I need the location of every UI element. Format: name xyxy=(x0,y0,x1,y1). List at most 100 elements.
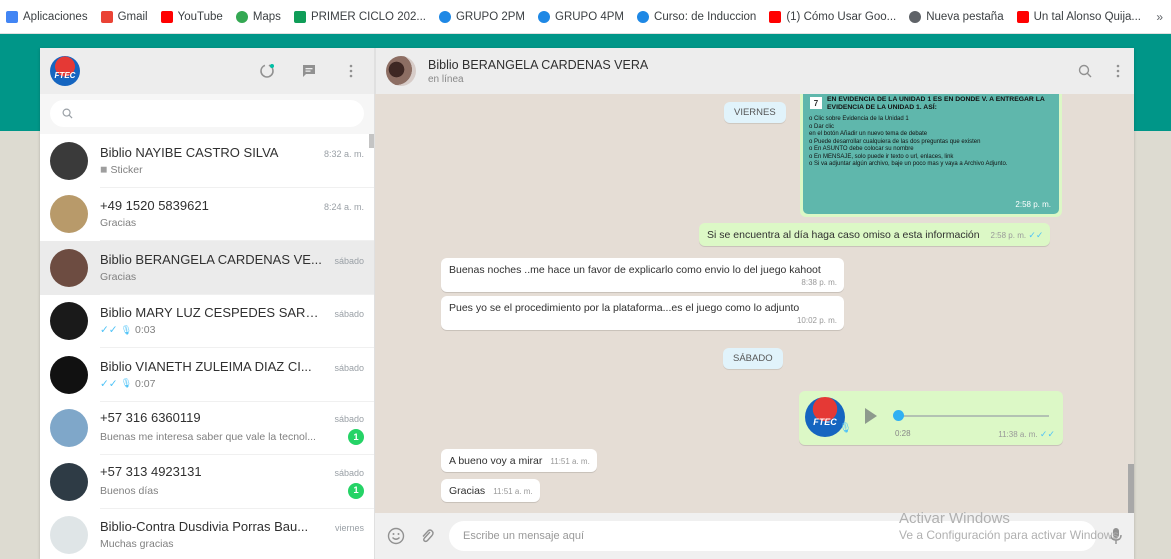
globe-icon xyxy=(909,10,922,23)
image-step-number: 7 xyxy=(810,97,822,109)
chat-time: sábado xyxy=(334,309,364,320)
sidebar-header: FTEC xyxy=(40,48,374,94)
message-area[interactable]: VIERNES 7 EN EVIDENCIA DE LA UNIDAD 1 ES… xyxy=(375,94,1134,513)
incoming-message[interactable]: Buenas noches ..me hace un favor de expl… xyxy=(441,258,844,292)
chat-preview: Gracias xyxy=(100,271,364,283)
incoming-message[interactable]: Gracias 11:51 a. m. xyxy=(441,479,540,502)
image-heading: EN EVIDENCIA DE LA UNIDAD 1 ES EN DONDE … xyxy=(827,96,1045,111)
bookmark-item[interactable]: Aplicaciones xyxy=(6,10,88,23)
chat-time: 8:32 a. m. xyxy=(323,148,364,159)
mic-icon: 🎙 xyxy=(120,378,133,389)
bookmark-item[interactable]: GRUPO 4PM xyxy=(538,10,625,23)
image-instruction-line: o Clic sobre Evidencia de la Unidad 1 xyxy=(809,116,909,122)
preview-text: Buenos días xyxy=(100,484,159,497)
avatar xyxy=(50,516,88,555)
bookmark-item[interactable]: GRUPO 2PM xyxy=(438,10,525,23)
chat-name: Biblio-Contra Dusdivia Porras Bau... xyxy=(100,519,309,535)
bookmark-label: Gmail xyxy=(117,10,148,23)
image-message[interactable]: 7 EN EVIDENCIA DE LA UNIDAD 1 ES EN DOND… xyxy=(800,94,1062,217)
chat-list-item[interactable]: Biblio VIANETH ZULEIMA DIAZ CI... sábado ✓… xyxy=(40,348,374,402)
chat-time: viernes xyxy=(334,523,364,534)
status-icon[interactable] xyxy=(258,62,276,80)
chat-preview: Buenos días xyxy=(100,485,342,497)
emoji-icon[interactable] xyxy=(387,527,405,545)
bookmarks-overflow-button[interactable]: » xyxy=(1156,10,1163,24)
chat-preview: Gracias xyxy=(100,217,364,229)
chat-time: sábado xyxy=(334,255,364,266)
bookmarks-bar: Aplicaciones Gmail YouTube Maps PRIMER CICLO… xyxy=(0,0,1171,34)
chat-list-item[interactable]: Biblio MARY LUZ CESPEDES SARM... sábado ✓✓… xyxy=(40,295,374,348)
attach-icon[interactable] xyxy=(419,527,435,545)
my-profile-avatar[interactable]: FTEC xyxy=(50,56,80,86)
chat-name: +57 313 4923131 xyxy=(100,463,202,479)
chat-list-item[interactable]: Biblio-Contra Dusdivia Porras Bau... vier… xyxy=(40,509,374,559)
chat-name: Biblio BERANGELA CARDENAS VE... xyxy=(100,251,322,267)
search-messages-icon[interactable] xyxy=(1078,64,1092,78)
message-text: Pues yo se el procedimiento por la plata… xyxy=(449,302,800,314)
chat-preview: ✓✓ 🎙 0:03 xyxy=(100,324,364,336)
conversation-menu-icon[interactable] xyxy=(1116,64,1120,78)
chat-time: sábado xyxy=(334,362,364,373)
bookmark-item[interactable]: YouTube xyxy=(160,10,223,23)
voice-message[interactable]: FTEC 🎙 0:28 11:38 a. m. ✓✓ xyxy=(799,391,1063,445)
search-icon xyxy=(62,108,73,119)
bookmark-item[interactable]: Curso: de Induccion xyxy=(637,10,757,23)
avatar xyxy=(50,409,88,448)
bookmark-label: Curso: de Induccion xyxy=(654,10,757,23)
bookmark-label: Nueva pestaña xyxy=(926,10,1004,23)
group-icon xyxy=(538,10,550,23)
chat-preview: Buenas me interesa saber que vale la tec… xyxy=(100,431,342,443)
sticker-icon: ◼ xyxy=(100,164,108,175)
mic-icon: 🎙 xyxy=(120,324,133,335)
gmail-icon xyxy=(100,10,113,23)
audio-seek-handle[interactable] xyxy=(893,410,904,421)
outgoing-message[interactable]: Si se encuentra al día haga caso omiso a… xyxy=(699,223,1051,246)
chat-name: +49 1520 5839621 xyxy=(100,198,209,214)
mic-icon: 🎙 xyxy=(839,423,852,434)
image-message-content[interactable]: 7 EN EVIDENCIA DE LA UNIDAD 1 ES EN DOND… xyxy=(803,94,1059,214)
bookmark-label: Aplicaciones xyxy=(23,10,88,23)
bookmark-item[interactable]: (1) Cómo Usar Goo... xyxy=(769,10,896,23)
chat-list-item[interactable]: +57 316 6360119 sábado Buenas me interesa … xyxy=(40,402,374,455)
conversation-header[interactable]: Biblio BERANGELA CARDENAS VERA en línea xyxy=(375,48,1134,94)
maps-pin-icon xyxy=(235,10,248,23)
message-time: 8:38 p. m. xyxy=(801,278,837,287)
chat-list-item[interactable]: +57 313 4923131 sábado Buenos días 1 xyxy=(40,455,374,509)
bookmark-item[interactable]: Gmail xyxy=(100,10,148,23)
bookmark-item[interactable]: PRIMER CICLO 202... xyxy=(293,10,426,23)
search-bar xyxy=(40,94,374,134)
search-input[interactable] xyxy=(50,100,364,127)
incoming-message[interactable]: Pues yo se el procedimiento por la plata… xyxy=(441,296,844,330)
avatar xyxy=(50,248,88,287)
avatar xyxy=(50,302,88,341)
image-instruction-list: o Clic sobre Evidencia de la Unidad 1o D… xyxy=(809,116,1053,169)
chat-preview: ◼ Sticker xyxy=(100,164,364,176)
preview-text: Gracias xyxy=(100,270,137,283)
bookmark-item[interactable]: Un tal Alonso Quija... xyxy=(1016,10,1141,23)
image-instruction-line: en el botón Añadir un nuevo tema de deba… xyxy=(809,131,928,137)
bookmark-label: GRUPO 4PM xyxy=(555,10,625,23)
bookmark-item[interactable]: Nueva pestaña xyxy=(909,10,1004,23)
chat-preview: Muchas gracias xyxy=(100,538,364,550)
play-button[interactable] xyxy=(865,408,877,424)
message-scrollbar[interactable] xyxy=(1128,464,1134,513)
chat-list-item[interactable]: Biblio BERANGELA CARDENAS VE... sábado Gra… xyxy=(40,241,374,295)
image-instruction-line: o En ASUNTO debe colocar su nombre xyxy=(809,146,914,152)
preview-text: Gracias xyxy=(100,217,137,230)
watermark-title: Activar Windows xyxy=(899,510,1010,527)
bookmark-item[interactable]: Maps xyxy=(235,10,281,23)
menu-dots-icon[interactable] xyxy=(342,62,360,80)
chat-name: +57 316 6360119 xyxy=(100,410,201,426)
chat-list-item[interactable]: +49 1520 5839621 8:24 a. m. Gracias xyxy=(40,188,374,241)
chat-list: Biblio NAYIBE CASTRO SILVA 8:32 a. m. ◼ Sti… xyxy=(40,134,374,559)
chat-list-item[interactable]: Biblio NAYIBE CASTRO SILVA 8:32 a. m. ◼ Sti… xyxy=(40,134,374,188)
new-chat-icon[interactable] xyxy=(300,62,318,80)
incoming-message[interactable]: A bueno voy a mirar 11:51 a. m. xyxy=(441,449,597,472)
avatar xyxy=(50,141,88,180)
audio-progress-track[interactable] xyxy=(897,415,1049,417)
chat-name: Biblio NAYIBE CASTRO SILVA xyxy=(100,144,279,160)
message-text: Gracias xyxy=(449,485,486,497)
watermark-subtitle: Ve a Configuración para activar Windows. xyxy=(899,528,1122,542)
avatar xyxy=(50,195,88,234)
contact-avatar[interactable] xyxy=(386,56,416,86)
